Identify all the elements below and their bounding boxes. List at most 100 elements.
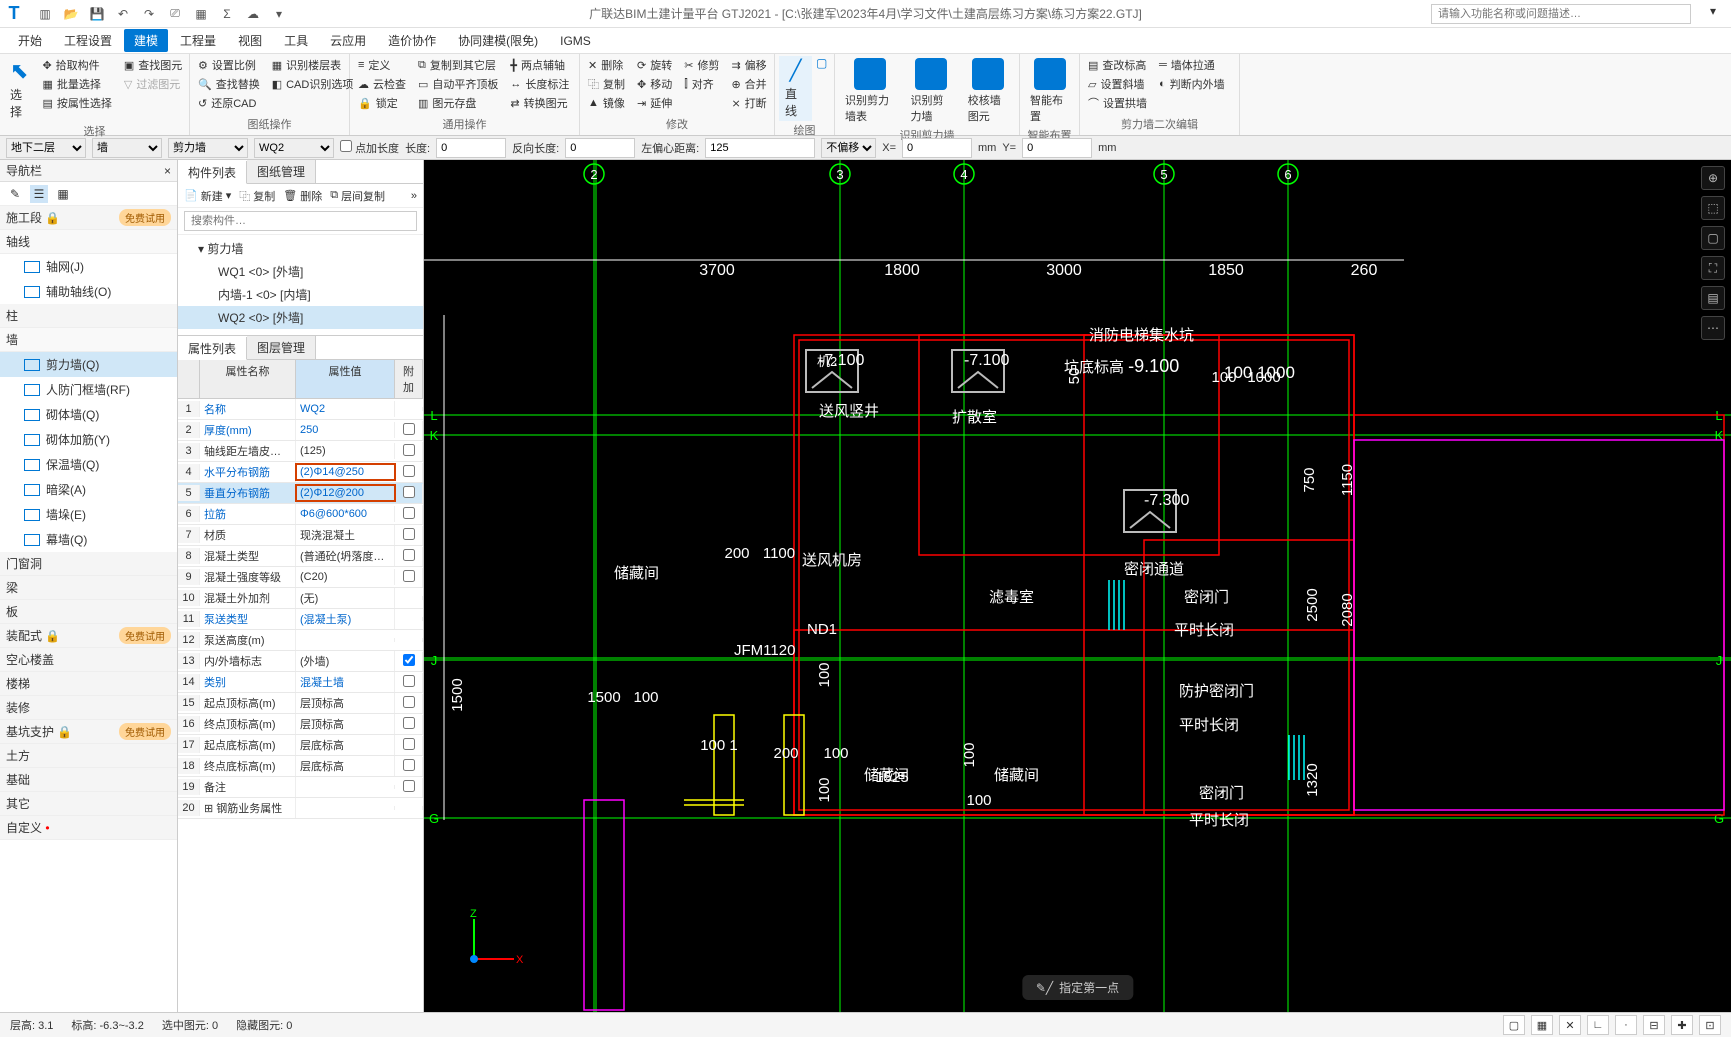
prop-value[interactable]: 层底标高 <box>296 756 395 776</box>
tree-wq2[interactable]: WQ2 <0> [外墙] <box>178 306 423 329</box>
property-row[interactable]: 6 拉筋 Φ6@600*600 <box>178 504 423 525</box>
offset-mode-select[interactable]: 不偏移 <box>821 138 876 158</box>
move[interactable]: ✥移动 <box>633 75 676 93</box>
property-row[interactable]: 4 水平分布钢筋 (2)Φ14@250 <box>178 462 423 483</box>
nav-section[interactable]: 其它 <box>0 792 177 816</box>
property-row[interactable]: 16 终点顶标高(m) 层顶标高 <box>178 714 423 735</box>
nav-view-list-icon[interactable]: ☰ <box>30 185 48 203</box>
prop-addon-check[interactable] <box>403 675 415 687</box>
prop-value[interactable] <box>296 638 395 642</box>
prop-addon-check[interactable] <box>403 486 415 498</box>
delete-component-button[interactable]: 🗑 删除 <box>283 188 322 204</box>
menu-modeling[interactable]: 建模 <box>124 29 168 52</box>
select-button[interactable]: ⬉ 选择 <box>4 56 34 122</box>
set-slant-wall[interactable]: ▱设置斜墙 <box>1084 75 1151 93</box>
property-row[interactable]: 8 混凝土类型 (普通砼(坍落度10… <box>178 546 423 567</box>
property-row[interactable]: 2 厚度(mm) 250 <box>178 420 423 441</box>
qat-redo-icon[interactable]: ↷ <box>140 5 158 23</box>
nav-section[interactable]: 轴线 <box>0 230 177 254</box>
point-length-check[interactable]: 点加长度 <box>340 140 399 156</box>
copy[interactable]: ⿻复制 <box>584 75 629 93</box>
prop-addon-check[interactable] <box>403 738 415 750</box>
lock[interactable]: 🔒锁定 <box>354 94 410 112</box>
batch-select[interactable]: ▦批量选择 <box>38 75 115 93</box>
property-row[interactable]: 13 内/外墙标志 (外墙) <box>178 651 423 672</box>
element-save[interactable]: ▥图元存盘 <box>414 94 502 112</box>
sb-snap-2-icon[interactable]: ∟ <box>1587 1015 1609 1035</box>
sb-snap-6-icon[interactable]: ⊡ <box>1699 1015 1721 1035</box>
floor-copy-button[interactable]: ⧉ 层间复制 <box>330 188 385 204</box>
sb-snap-1-icon[interactable]: ✕ <box>1559 1015 1581 1035</box>
prop-value[interactable]: (外墙) <box>296 651 395 671</box>
sb-snap-4-icon[interactable]: ⊟ <box>1643 1015 1665 1035</box>
prop-value[interactable]: 250 <box>296 422 395 438</box>
wall-through[interactable]: ═墙体拉通 <box>1155 56 1229 74</box>
nav-section[interactable]: 梁 <box>0 576 177 600</box>
trim[interactable]: ✂修剪 <box>680 56 723 74</box>
break[interactable]: ⨯打断 <box>727 94 770 112</box>
component-more-icon[interactable]: » <box>411 190 417 202</box>
nav-section[interactable]: 基础 <box>0 768 177 792</box>
find-element[interactable]: ▣查找图元 <box>120 56 186 74</box>
nav-item[interactable]: 剪力墙(Q) <box>0 352 177 377</box>
length-input[interactable] <box>436 138 506 158</box>
nav-section[interactable]: 墙 <box>0 328 177 352</box>
property-row[interactable]: 15 起点顶标高(m) 层顶标高 <box>178 693 423 714</box>
qat-sum-icon[interactable]: Σ <box>218 5 236 23</box>
prop-value[interactable] <box>296 806 395 810</box>
prop-addon-check[interactable] <box>403 549 415 561</box>
cloud-check[interactable]: ☁云检查 <box>354 75 410 93</box>
prop-value[interactable]: 层顶标高 <box>296 714 395 734</box>
sb-mode-2-icon[interactable]: ▦ <box>1531 1015 1553 1035</box>
rev-length-input[interactable] <box>565 138 635 158</box>
property-row[interactable]: 11 泵送类型 (混凝土泵) <box>178 609 423 630</box>
nav-section[interactable]: 基坑支护 🔒免费试用 <box>0 720 177 744</box>
floor-select[interactable]: 地下二层 <box>6 138 86 158</box>
menu-start[interactable]: 开始 <box>8 29 52 52</box>
find-replace[interactable]: 🔍查找替换 <box>194 75 264 93</box>
align[interactable]: ⫿对齐 <box>680 75 723 93</box>
menu-view[interactable]: 视图 <box>228 29 272 52</box>
panel-close-icon[interactable]: × <box>164 164 171 178</box>
new-component-button[interactable]: 📄 新建 ▾ <box>184 188 231 204</box>
nav-section[interactable]: 楼梯 <box>0 672 177 696</box>
nav-view-1-icon[interactable]: ✎ <box>6 185 24 203</box>
tab-component-list[interactable]: 构件列表 <box>178 161 247 184</box>
filter-element[interactable]: ▽过滤图元 <box>120 75 186 93</box>
property-row[interactable]: 17 起点底标高(m) 层底标高 <box>178 735 423 756</box>
prop-addon-check[interactable] <box>403 570 415 582</box>
nav-section[interactable]: 板 <box>0 600 177 624</box>
qat-save-icon[interactable]: 💾 <box>88 5 106 23</box>
tree-wq1[interactable]: WQ1 <0> [外墙] <box>178 260 423 283</box>
sb-snap-5-icon[interactable]: ✚ <box>1671 1015 1693 1035</box>
check-wall[interactable]: 校核墙图元 <box>962 56 1015 126</box>
nav-item[interactable]: 保温墙(Q) <box>0 452 177 477</box>
offset[interactable]: ⇉偏移 <box>727 56 770 74</box>
nav-section[interactable]: 土方 <box>0 744 177 768</box>
recognize-wall[interactable]: 识别剪力墙 <box>905 56 958 126</box>
nav-section[interactable]: 装配式 🔒免费试用 <box>0 624 177 648</box>
prop-value[interactable]: (125) <box>296 443 395 459</box>
qat-cloud-icon[interactable]: ☁ <box>244 5 262 23</box>
restore-cad[interactable]: ↺还原CAD <box>194 94 264 112</box>
draw-tool-2-icon[interactable]: ▢ <box>816 56 827 70</box>
vp-layer-icon[interactable]: ▤ <box>1701 286 1725 310</box>
select-by-prop[interactable]: ▤按属性选择 <box>38 94 115 112</box>
property-row[interactable]: 5 垂直分布钢筋 (2)Φ12@200 <box>178 483 423 504</box>
property-row[interactable]: 18 终点底标高(m) 层底标高 <box>178 756 423 777</box>
property-row[interactable]: 7 材质 现浇混凝土 <box>178 525 423 546</box>
set-arch-wall[interactable]: ⌒设置拱墙 <box>1084 94 1151 112</box>
tree-root[interactable]: ▾ 剪力墙 <box>178 237 423 260</box>
judge-in-out[interactable]: ◐判断内外墙 <box>1155 75 1229 93</box>
prop-addon-check[interactable] <box>403 696 415 708</box>
mirror[interactable]: ▲镜像 <box>584 94 629 112</box>
pick-component[interactable]: ✥拾取构件 <box>38 56 115 74</box>
vp-more-icon[interactable]: ⋯ <box>1701 316 1725 340</box>
nav-section[interactable]: 柱 <box>0 304 177 328</box>
prop-value[interactable]: 层顶标高 <box>296 693 395 713</box>
nav-item[interactable]: 砌体加筋(Y) <box>0 427 177 452</box>
prop-value[interactable]: 现浇混凝土 <box>296 525 395 545</box>
property-row[interactable]: 3 轴线距左墙皮… (125) <box>178 441 423 462</box>
delete[interactable]: ✕删除 <box>584 56 629 74</box>
recognize-wall-table[interactable]: 识别剪力墙表 <box>839 56 901 126</box>
